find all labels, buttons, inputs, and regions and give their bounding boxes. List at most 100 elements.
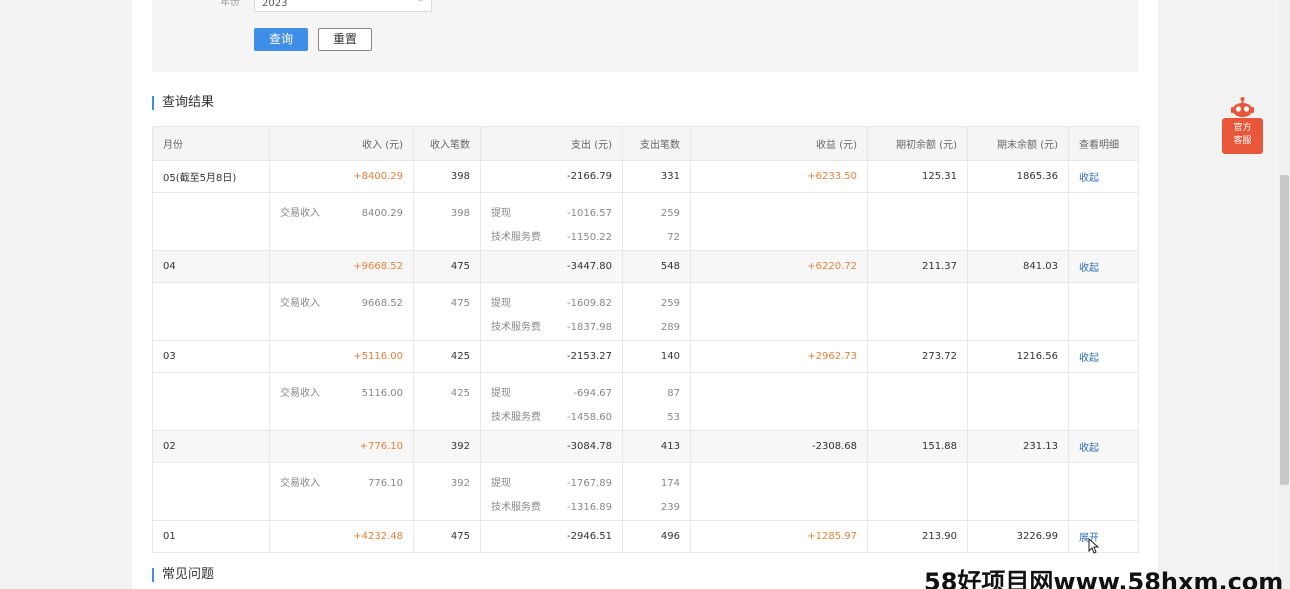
detail-income-amount: 8400.29 (361, 208, 403, 219)
filter-area: 年份 2023 ﹀ 查询 重置 (152, 0, 1138, 72)
detail-row: 交易收入 5116.00 425 提现 -694.67 技术服务费 -1458.60 87 53 (152, 372, 1139, 431)
detail-income-type: 交易收入 (280, 208, 320, 219)
cell-month: 04 (152, 250, 270, 283)
detail-empty (1068, 282, 1139, 341)
query-button[interactable]: 查询 (254, 28, 308, 51)
toggle-detail-cell[interactable]: 收起 (1068, 160, 1139, 193)
col-header-expense: 支出 (元) (480, 126, 623, 161)
col-header-income-count: 收入笔数 (413, 126, 481, 161)
detail-income-line: 交易收入 8400.29 (280, 202, 403, 226)
detail-empty (1068, 462, 1139, 521)
detail-withdraw-label: 提现 (491, 208, 511, 219)
toggle-detail-cell[interactable]: 收起 (1068, 430, 1139, 463)
detail-fee-amount: -1316.89 (567, 502, 612, 513)
reset-button[interactable]: 重置 (318, 28, 372, 51)
detail-expense-cell: 提现 -1016.57 技术服务费 -1150.22 (480, 192, 623, 251)
year-label: 年份 (220, 0, 240, 8)
cell-expense-count: 331 (622, 160, 691, 193)
col-header-opening: 期初余额 (元) (867, 126, 968, 161)
detail-income-amount: 5116.00 (361, 388, 403, 399)
detail-fee-amount: -1150.22 (567, 232, 612, 243)
detail-income-count-cell: 425 (413, 372, 481, 431)
cell-profit: +1285.97 (690, 520, 868, 553)
customer-service-badge[interactable]: 官方 客服 (1222, 96, 1263, 158)
detail-empty (867, 192, 968, 251)
detail-fee-line: 技术服务费 -1837.98 (491, 316, 612, 340)
detail-expense-cell: 提现 -1767.89 技术服务费 -1316.89 (480, 462, 623, 521)
detail-expense-count-cell: 87 53 (622, 372, 691, 431)
detail-income-line: 交易收入 9668.52 (280, 292, 403, 316)
detail-empty (867, 372, 968, 431)
toggle-detail-link[interactable]: 收起 (1079, 173, 1099, 184)
detail-empty (967, 462, 1069, 521)
table-row: 01 +4232.48 475 -2946.51 496 +1285.97 213.90 32… (152, 520, 1139, 553)
col-header-income: 收入 (元) (269, 126, 414, 161)
detail-fee-label: 技术服务费 (491, 232, 541, 243)
cell-month: 02 (152, 430, 270, 463)
cell-opening: 273.72 (867, 340, 968, 373)
toggle-detail-cell[interactable]: 展开 (1068, 520, 1139, 553)
cell-opening: 125.31 (867, 160, 968, 193)
detail-fee-count: 72 (667, 232, 680, 243)
toggle-detail-link[interactable]: 收起 (1079, 353, 1099, 364)
detail-empty (690, 372, 868, 431)
cell-closing: 841.03 (967, 250, 1069, 283)
detail-empty (967, 282, 1069, 341)
detail-withdraw-count: 174 (660, 478, 680, 489)
detail-income-count: 475 (450, 298, 470, 309)
table-row: 03 +5116.00 425 -2153.27 140 +2962.73 273.72 12… (152, 340, 1139, 373)
customer-service-label: 官方 客服 (1222, 118, 1263, 154)
scrollbar[interactable] (1278, 0, 1290, 589)
faq-title: 常见问题 (152, 568, 214, 582)
cell-opening: 213.90 (867, 520, 968, 553)
cell-expense: -2946.51 (480, 520, 623, 553)
detail-income-count-cell: 398 (413, 192, 481, 251)
year-select[interactable]: 2023 ﹀ (254, 0, 432, 12)
detail-empty (867, 282, 968, 341)
col-header-detail: 查看明细 (1068, 126, 1139, 161)
detail-income-count-cell: 475 (413, 282, 481, 341)
toggle-detail-cell[interactable]: 收起 (1068, 340, 1139, 373)
cell-expense: -3447.80 (480, 250, 623, 283)
cell-expense-count: 140 (622, 340, 691, 373)
detail-withdraw-amount: -1767.89 (567, 478, 612, 489)
toggle-detail-cell[interactable]: 收起 (1068, 250, 1139, 283)
detail-income-type: 交易收入 (280, 298, 320, 309)
cell-closing: 1865.36 (967, 160, 1069, 193)
cell-income-count: 475 (413, 250, 481, 283)
cell-expense: -2153.27 (480, 340, 623, 373)
cell-month: 01 (152, 520, 270, 553)
detail-empty (152, 282, 270, 341)
toggle-detail-link[interactable]: 收起 (1079, 443, 1099, 454)
detail-income-count: 425 (450, 388, 470, 399)
col-header-profit: 收益 (元) (690, 126, 868, 161)
detail-withdraw-label: 提现 (491, 298, 511, 309)
detail-withdraw-count: 87 (667, 388, 680, 399)
year-select-value: 2023 (262, 0, 288, 9)
cell-month: 05(截至5月8日) (152, 160, 270, 193)
watermark: 58好项目网www.58hxm.com (924, 568, 1284, 589)
col-header-closing: 期末余额 (元) (967, 126, 1069, 161)
detail-expense-cell: 提现 -694.67 技术服务费 -1458.60 (480, 372, 623, 431)
scrollbar-thumb[interactable] (1280, 175, 1289, 485)
toggle-detail-link[interactable]: 收起 (1079, 263, 1099, 274)
col-header-month: 月份 (152, 126, 270, 161)
mouse-cursor-icon (1088, 538, 1100, 554)
detail-fee-line: 技术服务费 -1316.89 (491, 496, 612, 520)
detail-income-cell: 交易收入 9668.52 (269, 282, 414, 341)
cell-income-count: 392 (413, 430, 481, 463)
detail-expense-count-cell: 259 72 (622, 192, 691, 251)
cell-month: 03 (152, 340, 270, 373)
cell-income: +9668.52 (269, 250, 414, 283)
detail-income-line: 交易收入 776.10 (280, 472, 403, 496)
cell-expense-count: 496 (622, 520, 691, 553)
cell-closing: 3226.99 (967, 520, 1069, 553)
detail-empty (152, 192, 270, 251)
detail-income-amount: 9668.52 (361, 298, 403, 309)
cell-opening: 151.88 (867, 430, 968, 463)
detail-withdraw-count: 259 (660, 208, 680, 219)
table-row: 02 +776.10 392 -3084.78 413 -2308.68 151.88 231… (152, 430, 1139, 463)
cell-opening: 211.37 (867, 250, 968, 283)
detail-fee-amount: -1837.98 (567, 322, 612, 333)
detail-expense-count-cell: 174 239 (622, 462, 691, 521)
